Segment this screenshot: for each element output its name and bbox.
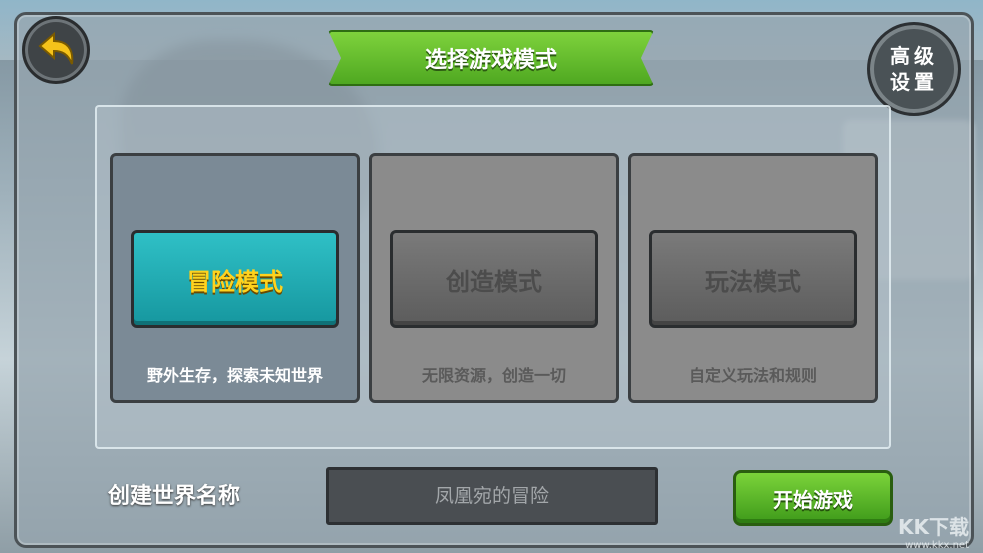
custom-mode-button[interactable]: 玩法模式 [649, 230, 857, 328]
watermark-url: www.kkx.net [905, 540, 969, 551]
watermark-logo: KK下载 www.kkx.net [898, 511, 969, 551]
mode-card-custom[interactable]: 玩法模式 自定义玩法和规则 [628, 153, 878, 403]
back-button[interactable] [22, 16, 90, 84]
back-arrow-icon [38, 32, 74, 65]
start-game-label: 开始游戏 [773, 487, 853, 512]
title-banner: 选择游戏模式 [328, 30, 654, 86]
world-name-input[interactable]: 凤凰宛的冒险 [326, 467, 658, 525]
mode-description: 自定义玩法和规则 [688, 366, 817, 385]
mode-card-adventure[interactable]: 冒险模式 野外生存，探索未知世界 [110, 153, 360, 403]
mode-description: 无限资源，创造一切 [421, 366, 566, 385]
mode-card-creative[interactable]: 创造模式 无限资源，创造一切 [369, 153, 619, 403]
watermark-text: KK下载 [898, 515, 969, 539]
adventure-mode-button[interactable]: 冒险模式 [131, 230, 339, 328]
mode-label: 创造模式 [446, 267, 542, 296]
start-game-button[interactable]: 开始游戏 [733, 470, 893, 526]
mode-label: 玩法模式 [705, 267, 801, 296]
advanced-settings-label: 高级 设置 [890, 44, 938, 94]
mode-description: 野外生存，探索未知世界 [146, 366, 323, 385]
page-title: 选择游戏模式 [424, 48, 557, 73]
advanced-settings-button[interactable]: 高级 设置 [867, 22, 961, 116]
mode-label: 冒险模式 [187, 267, 283, 296]
creative-mode-button[interactable]: 创造模式 [390, 230, 598, 328]
world-name-label: 创建世界名称 [108, 484, 241, 509]
